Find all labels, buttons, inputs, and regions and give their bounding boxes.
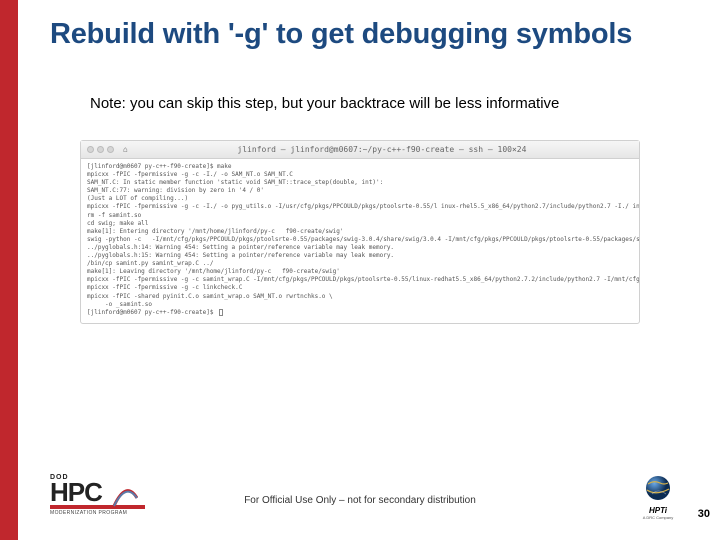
cursor-icon [219,309,223,316]
left-accent-bar [0,0,18,540]
minimize-icon [97,146,104,153]
globe-icon [644,474,672,502]
terminal-output: [jlinford@m0607 py-c++-f90-create]$ make… [81,159,639,323]
slide: Rebuild with '-g' to get debugging symbo… [0,0,720,540]
hpc-logo-sub: MODERNIZATION PROGRAM [50,510,145,516]
traffic-lights [87,146,114,153]
swoosh-icon [112,484,138,510]
home-icon: ⌂ [123,145,128,154]
hpti-logo-tagline: A DRC Company [636,515,680,520]
terminal-titlebar: ⌂ jlinford — jlinford@m0607:~/py-c++-f90… [81,141,639,159]
terminal-window-title: jlinford — jlinford@m0607:~/py-c++-f90-c… [131,145,633,154]
hpc-logo: DOD HPC MODERNIZATION PROGRAM [50,474,145,522]
title-area: Rebuild with '-g' to get debugging symbo… [50,18,700,51]
terminal-screenshot: ⌂ jlinford — jlinford@m0607:~/py-c++-f90… [80,140,640,324]
close-icon [87,146,94,153]
zoom-icon [107,146,114,153]
slide-title: Rebuild with '-g' to get debugging symbo… [50,18,700,51]
hpti-logo-label: HPTi [636,506,680,515]
page-number: 30 [698,508,710,520]
slide-note: Note: you can skip this step, but your b… [90,95,680,112]
hpti-logo: HPTi A DRC Company [636,474,680,520]
terminal-body-text: [jlinford@m0607 py-c++-f90-create]$ make… [87,163,639,316]
